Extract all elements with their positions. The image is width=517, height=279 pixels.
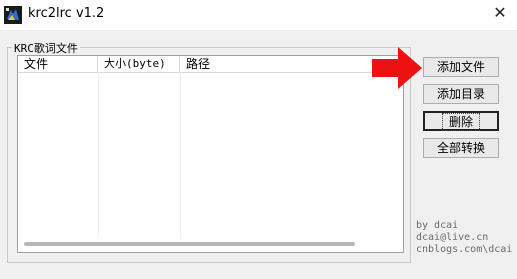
list-header: 文件 大小(byte) 路径 [18, 56, 403, 73]
credit-author: by dcai [416, 220, 459, 231]
delete-button-label: 删除 [441, 113, 480, 131]
close-button[interactable]: ✕ [489, 2, 511, 24]
title-bar: krc2lrc v1.2 ✕ [0, 0, 517, 30]
file-list[interactable]: 文件 大小(byte) 路径 [17, 55, 404, 253]
group-title: KRC歌词文件 [12, 40, 80, 56]
convert-all-button[interactable]: 全部转换 [423, 138, 499, 158]
column-divider [180, 72, 181, 238]
column-header-size[interactable]: 大小(byte) [98, 56, 180, 72]
column-header-file[interactable]: 文件 [18, 56, 98, 72]
red-arrow-icon [372, 47, 422, 89]
column-header-path[interactable]: 路径 [180, 56, 403, 72]
window-title: krc2lrc v1.2 [28, 6, 105, 21]
horizontal-scrollbar[interactable] [24, 242, 355, 246]
delete-button[interactable]: 删除 [423, 111, 499, 131]
credit-blog: cnblogs.com\dcai [416, 244, 513, 255]
add-file-button[interactable]: 添加文件 [423, 57, 499, 77]
add-directory-button[interactable]: 添加目录 [423, 84, 499, 104]
column-divider [98, 72, 99, 238]
app-icon [4, 6, 22, 24]
credit-email: dcai@live.cn [416, 232, 489, 243]
